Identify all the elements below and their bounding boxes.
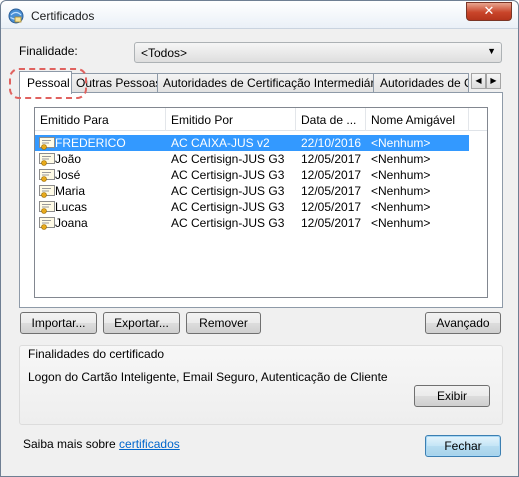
remove-button[interactable]: Remover <box>186 312 261 334</box>
table-row[interactable]: Lucas AC Certisign-JUS G3 12/05/2017 <Ne… <box>35 199 487 215</box>
tab-panel: Emitido Para Emitido Por Data de ... Nom… <box>19 92 503 308</box>
certificate-icon <box>39 169 55 182</box>
purpose-select[interactable]: <Todos> ▼ <box>134 42 502 63</box>
certificate-icon <box>39 137 55 150</box>
close-window-button[interactable]: ✕ <box>466 2 512 21</box>
cell-issued-to: José <box>55 168 81 182</box>
chevron-left-icon[interactable]: ◀ <box>471 73 486 89</box>
title-bar: Certificados ✕ <box>1 1 518 29</box>
advanced-button[interactable]: Avançado <box>425 312 501 334</box>
tab-label: Outras Pessoas <box>76 76 158 90</box>
certificate-icon <box>39 185 55 198</box>
tab-autoridades-raiz[interactable]: Autoridades de Certificação Raiz Confiáv… <box>373 73 469 92</box>
cell-issued-by: AC Certisign-JUS G3 <box>171 216 285 230</box>
learn-more: Saiba mais sobre certificados <box>23 437 180 451</box>
chevron-down-icon: ▼ <box>487 46 496 56</box>
certificate-icon <box>39 201 55 214</box>
tab-strip: Pessoal Outras Pessoas Autoridades de Ce… <box>19 71 503 94</box>
cell-issued-to: Joana <box>55 216 88 230</box>
cell-date: 12/05/2017 <box>301 168 362 182</box>
cell-issued-by: AC CAIXA-JUS v2 <box>171 136 270 150</box>
list-header: Emitido Para Emitido Por Data de ... Nom… <box>35 108 487 131</box>
learn-more-text: Saiba mais sobre <box>23 437 120 451</box>
column-header-friendly-name[interactable]: Nome Amigável <box>366 108 469 131</box>
table-row[interactable]: FREDERICO AC CAIXA-JUS v2 22/10/2016 <Ne… <box>35 135 469 151</box>
cell-friendly-name: <Nenhum> <box>371 136 431 150</box>
table-row[interactable]: José AC Certisign-JUS G3 12/05/2017 <Nen… <box>35 167 487 183</box>
cell-issued-by: AC Certisign-JUS G3 <box>171 200 285 214</box>
window-title: Certificados <box>31 9 95 23</box>
certificate-purposes-title: Finalidades do certificado <box>28 347 165 361</box>
purpose-select-value: <Todos> <box>141 46 188 60</box>
cell-date: 12/05/2017 <box>301 216 362 230</box>
cell-issued-to: Lucas <box>55 200 88 214</box>
cell-date: 12/05/2017 <box>301 184 362 198</box>
annotation-highlight <box>9 68 87 99</box>
certificate-icon <box>39 217 55 230</box>
cell-issued-by: AC Certisign-JUS G3 <box>171 168 285 182</box>
cell-friendly-name: <Nenhum> <box>371 168 431 182</box>
cell-issued-to: João <box>55 152 82 166</box>
import-button[interactable]: Importar... <box>20 312 97 334</box>
cell-friendly-name: <Nenhum> <box>371 200 431 214</box>
certificate-list[interactable]: Emitido Para Emitido Por Data de ... Nom… <box>34 107 488 298</box>
tab-autoridades-intermediarias[interactable]: Autoridades de Certificação Intermediári… <box>157 73 374 92</box>
tab-label: Autoridades de Certificação Raiz Confiáv… <box>380 76 468 90</box>
close-button[interactable]: Fechar <box>425 435 501 457</box>
export-button[interactable]: Exportar... <box>103 312 180 334</box>
table-row[interactable]: Maria AC Certisign-JUS G3 12/05/2017 <Ne… <box>35 183 487 199</box>
close-icon: ✕ <box>483 4 495 19</box>
column-header-issued-by[interactable]: Emitido Por <box>166 108 296 131</box>
cell-issued-to: FREDERICO <box>55 136 126 150</box>
certificate-app-icon <box>8 8 24 24</box>
cell-friendly-name: <Nenhum> <box>371 184 431 198</box>
certificates-link[interactable]: certificados <box>119 437 180 451</box>
tab-label: Autoridades de Certificação Intermediári… <box>163 76 374 90</box>
certificate-purposes-text: Logon do Cartão Inteligente, Email Segur… <box>28 370 388 384</box>
column-header-date[interactable]: Data de ... <box>296 108 366 131</box>
view-button[interactable]: Exibir <box>414 385 490 407</box>
cell-date: 12/05/2017 <box>301 152 362 166</box>
table-row[interactable]: Joana AC Certisign-JUS G3 12/05/2017 <Ne… <box>35 215 487 231</box>
certificate-icon <box>39 153 55 166</box>
cell-friendly-name: <Nenhum> <box>371 152 431 166</box>
table-row[interactable]: João AC Certisign-JUS G3 12/05/2017 <Nen… <box>35 151 487 167</box>
cell-issued-by: AC Certisign-JUS G3 <box>171 184 285 198</box>
cell-date: 12/05/2017 <box>301 200 362 214</box>
cell-issued-by: AC Certisign-JUS G3 <box>171 152 285 166</box>
chevron-right-icon[interactable]: ▶ <box>486 73 501 89</box>
column-header-issued-to[interactable]: Emitido Para <box>35 108 166 131</box>
certificates-dialog: Certificados ✕ Finalidade: <Todos> ▼ Pes… <box>0 0 519 477</box>
purpose-label: Finalidade: <box>19 44 78 58</box>
cell-friendly-name: <Nenhum> <box>371 216 431 230</box>
cell-date: 22/10/2016 <box>301 136 362 150</box>
cell-issued-to: Maria <box>55 184 86 198</box>
